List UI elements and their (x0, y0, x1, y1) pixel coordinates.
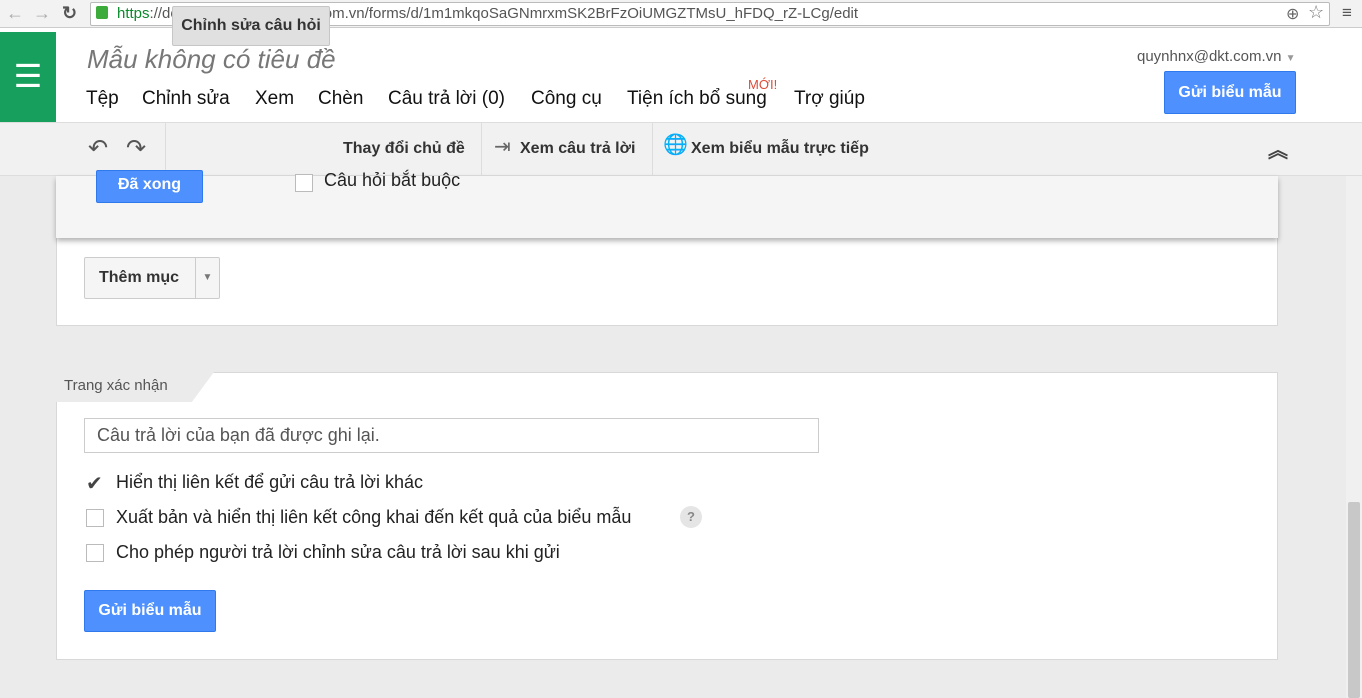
menu-file[interactable]: Tệp (86, 88, 119, 110)
reload-icon[interactable]: ↻ (62, 3, 77, 23)
confirmation-tab-label: Trang xác nhận (56, 372, 214, 402)
menu-help[interactable]: Trợ giúp (794, 88, 865, 110)
back-icon[interactable]: ← (6, 3, 24, 23)
url-scheme: https (117, 5, 150, 22)
menu-edit[interactable]: Chỉnh sửa (142, 88, 230, 110)
globe-link-icon: 🌐 (663, 134, 688, 156)
lock-icon (96, 6, 108, 19)
view-responses-button[interactable]: Xem câu trả lời (520, 123, 635, 175)
chrome-menu-icon[interactable]: ≡ (1342, 3, 1352, 23)
send-form-bottom-button[interactable]: Gửi biểu mẫu (84, 590, 216, 632)
view-live-form-button[interactable]: Xem biểu mẫu trực tiếp (691, 123, 869, 175)
allow-edit-checkbox[interactable] (86, 544, 104, 562)
done-button[interactable]: Đã xong (96, 170, 203, 203)
account-menu[interactable]: quynhnx@dkt.com.vn ▼ (1137, 48, 1296, 65)
chevron-down-icon: ▼ (1285, 53, 1296, 64)
user-email: quynhnx@dkt.com.vn (1137, 48, 1282, 65)
collapse-icon[interactable]: ︽ (1268, 134, 1288, 163)
star-icon[interactable]: ☆ (1308, 2, 1324, 23)
required-label: Câu hỏi bắt buộc (324, 170, 461, 190)
chevron-down-icon[interactable]: ▼ (195, 258, 219, 298)
add-item-button[interactable]: Thêm mục ▼ (84, 257, 220, 299)
responses-icon: ⇥ (494, 136, 511, 158)
menu-responses[interactable]: Câu trả lời (0) (388, 88, 505, 110)
menu-view[interactable]: Xem (255, 88, 294, 110)
required-checkbox[interactable] (295, 174, 313, 192)
redo-icon[interactable]: ↷ (126, 134, 146, 163)
add-item-label: Thêm mục (99, 269, 180, 286)
publish-results-label: Xuất bản và hiển thị liên kết công khai … (116, 507, 632, 527)
allow-edit-label: Cho phép người trả lời chỉnh sửa câu trả… (116, 542, 560, 562)
change-theme-tab[interactable]: Thay đổi chủ đề (343, 123, 465, 175)
confirmation-message-input[interactable]: Câu trả lời của bạn đã được ghi lại. (84, 418, 819, 453)
forms-menu-icon[interactable]: ☰ (0, 32, 56, 122)
scrollbar-thumb[interactable] (1348, 502, 1360, 698)
send-form-button[interactable]: Gửi biểu mẫu (1164, 71, 1296, 114)
zoom-icon[interactable]: ⊕ (1286, 4, 1299, 24)
show-link-label: Hiển thị liên kết để gửi câu trả lời khá… (116, 472, 424, 492)
undo-icon[interactable]: ↶ (88, 134, 108, 163)
menu-tools[interactable]: Công cụ (531, 88, 602, 110)
menu-addons[interactable]: Tiện ích bổ sung (627, 88, 767, 110)
new-badge: MỚI! (748, 77, 778, 92)
menu-insert[interactable]: Chèn (318, 88, 363, 110)
form-title[interactable]: Mẫu không có tiêu đề (87, 44, 336, 75)
forward-icon[interactable]: → (33, 3, 51, 23)
publish-results-checkbox[interactable] (86, 509, 104, 527)
question-editor (56, 176, 1278, 238)
show-link-checkbox[interactable]: ✔ (86, 474, 106, 494)
edit-questions-tab[interactable]: Chỉnh sửa câu hỏi (172, 6, 330, 46)
help-icon[interactable]: ? (680, 506, 702, 528)
